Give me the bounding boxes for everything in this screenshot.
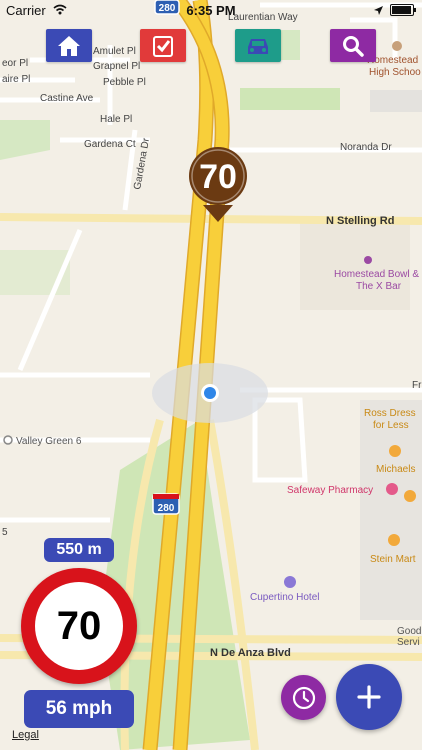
building-area <box>370 90 422 112</box>
street-label-de-anza: N De Anza Blvd <box>210 647 291 659</box>
battery-icon <box>390 4 416 16</box>
status-bar: Carrier 6:35 PM <box>0 0 422 22</box>
poi-label: Homestead Bowl & <box>334 269 419 280</box>
pharmacy-icon <box>386 483 398 495</box>
poi-label: Good <box>397 626 421 637</box>
poi-label: Ross Dress <box>364 408 416 419</box>
poi-label: The X Bar <box>356 281 402 292</box>
school-icon <box>392 41 402 51</box>
history-button[interactable] <box>281 675 326 720</box>
poi-label: High Schoo <box>369 67 421 78</box>
current-speed-badge: 56 mph <box>24 690 134 728</box>
speed-limit-value: 70 <box>35 582 123 670</box>
poi-label: Cupertino Hotel <box>250 592 319 603</box>
poi-label: Michaels <box>376 464 415 475</box>
poi-label: Safeway Pharmacy <box>287 485 373 496</box>
street-label: Pebble Pl <box>103 77 146 88</box>
street-label-stelling: N Stelling Rd <box>326 215 394 227</box>
checklist-button[interactable] <box>140 29 186 62</box>
shopping-bag-icon <box>389 445 401 457</box>
svg-text:280: 280 <box>158 503 175 514</box>
plus-icon <box>357 685 381 709</box>
street-label: Fr <box>412 380 422 391</box>
street-label: Noranda Dr <box>340 142 392 153</box>
street-label: Gardena Ct <box>84 139 136 150</box>
check-list-icon <box>153 35 173 57</box>
street-label: eor Pl <box>2 58 28 69</box>
building-area <box>360 400 422 620</box>
shopping-bag-icon <box>388 534 400 546</box>
building-area <box>300 220 410 310</box>
location-arrow-icon <box>374 5 383 15</box>
sports-field <box>240 88 340 110</box>
add-button[interactable] <box>336 664 402 730</box>
search-button[interactable] <box>330 29 376 62</box>
home-button[interactable] <box>46 29 92 62</box>
legal-link[interactable]: Legal <box>12 729 39 741</box>
speed-camera-value: 70 <box>199 158 237 196</box>
street-label: Castine Ave <box>40 93 94 104</box>
house-icon <box>58 35 80 56</box>
speed-limit-sign: 70 <box>21 568 137 684</box>
search-icon <box>343 35 364 57</box>
street-label: 5 <box>2 527 8 538</box>
highway-shield-280: 280 <box>152 493 180 515</box>
street-label: Amulet Pl <box>93 46 136 57</box>
street-label: aire Pl <box>2 74 30 85</box>
car-icon <box>248 38 268 54</box>
clock-icon <box>292 686 315 709</box>
shopping-bag-icon <box>404 490 416 502</box>
vehicle-button[interactable] <box>235 29 281 62</box>
street-label: Grapnel Pl <box>93 61 140 72</box>
poi-label: for Less <box>373 420 409 431</box>
poi-label: Servi <box>397 637 420 648</box>
bowling-icon <box>364 256 372 264</box>
hotel-icon <box>284 576 296 588</box>
poi-label: Valley Green 6 <box>16 436 82 447</box>
wifi-icon <box>53 4 67 15</box>
street-label: Hale Pl <box>100 114 132 125</box>
poi-label: Stein Mart <box>370 554 416 565</box>
distance-to-camera-badge: 550 m <box>44 538 114 562</box>
